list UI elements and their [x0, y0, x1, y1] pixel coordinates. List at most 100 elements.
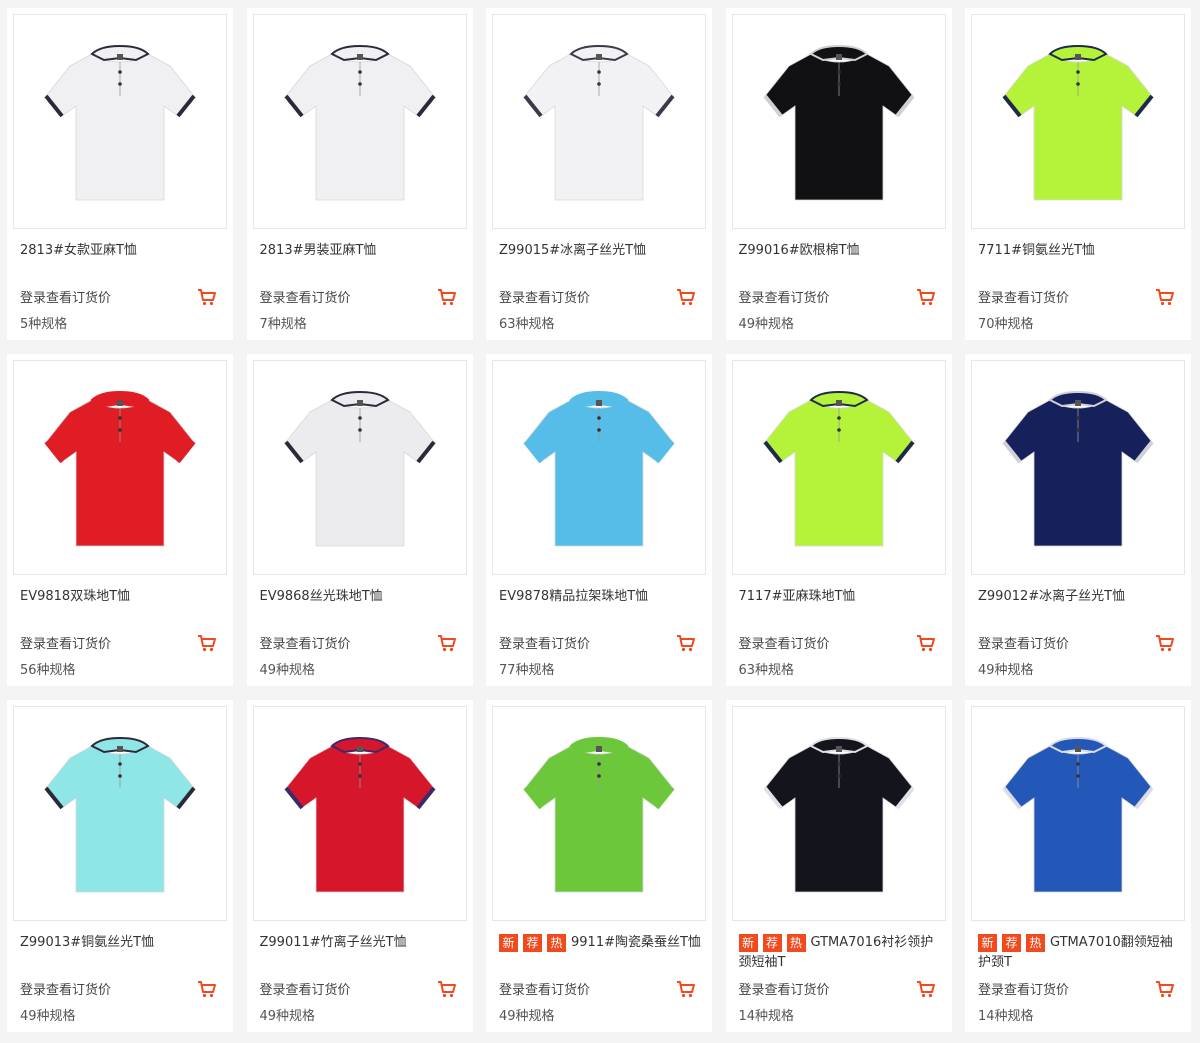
cart-icon[interactable] — [916, 634, 936, 652]
product-card[interactable]: 新荐热 9911#陶瓷桑蚕丝T恤 登录查看订货价 49种规格 — [486, 700, 712, 1032]
login-to-view-price-link[interactable]: 登录查看订货价 — [978, 633, 1069, 652]
cart-icon[interactable] — [197, 980, 217, 998]
cart-icon[interactable] — [916, 980, 936, 998]
product-title[interactable]: Z99016#欧根棉T恤 — [739, 241, 942, 261]
product-title-text[interactable]: EV9868丝光珠地T恤 — [260, 589, 383, 604]
polo-shirt-image — [44, 390, 196, 546]
product-card[interactable]: Z99013#铜氨丝光T恤 登录查看订货价 49种规格 — [7, 700, 233, 1032]
cart-icon[interactable] — [437, 980, 457, 998]
polo-shirt-image — [523, 736, 675, 892]
cart-icon[interactable] — [1155, 634, 1175, 652]
product-image[interactable] — [252, 360, 467, 575]
polo-shirt-image — [283, 736, 436, 892]
login-to-view-price-link[interactable]: 登录查看订货价 — [499, 979, 590, 998]
product-title[interactable]: 新荐热 9911#陶瓷桑蚕丝T恤 — [499, 933, 702, 953]
login-to-view-price-link[interactable]: 登录查看订货价 — [978, 979, 1069, 998]
product-image[interactable] — [971, 360, 1185, 575]
cart-icon[interactable] — [1155, 980, 1175, 998]
product-card[interactable]: 新荐热 GTMA7016衬衫领护颈短袖T 登录查看订货价 14种规格 — [725, 700, 952, 1032]
product-title[interactable]: 新荐热 GTMA7010翻领短袖护颈T — [978, 933, 1181, 973]
login-to-view-price-link[interactable]: 登录查看订货价 — [260, 287, 351, 306]
cart-icon[interactable] — [676, 288, 696, 306]
login-to-view-price-link[interactable]: 登录查看订货价 — [739, 633, 830, 652]
spec-count: 49种规格 — [259, 1009, 316, 1024]
product-image[interactable] — [492, 360, 706, 575]
login-to-view-price-link[interactable]: 登录查看订货价 — [260, 633, 351, 652]
product-badge: 热 — [1026, 934, 1045, 952]
cart-icon[interactable] — [197, 634, 217, 652]
product-title[interactable]: Z99011#竹离子丝光T恤 — [260, 933, 463, 953]
product-title[interactable]: Z99012#冰离子丝光T恤 — [978, 587, 1181, 607]
product-card[interactable]: Z99012#冰离子丝光T恤 登录查看订货价 49种规格 — [965, 354, 1191, 686]
product-title[interactable]: 2813#女款亚麻T恤 — [20, 241, 223, 261]
product-card[interactable]: Z99015#冰离子丝光T恤 登录查看订货价 63种规格 — [486, 8, 712, 340]
product-title[interactable]: 7711#铜氨丝光T恤 — [978, 241, 1181, 261]
product-title[interactable]: 7117#亚麻珠地T恤 — [739, 587, 942, 607]
product-title-text[interactable]: 7117#亚麻珠地T恤 — [739, 589, 856, 604]
product-title[interactable]: 2813#男装亚麻T恤 — [260, 241, 463, 261]
cart-icon[interactable] — [916, 288, 936, 306]
product-image[interactable] — [492, 14, 706, 229]
product-card[interactable]: EV9868丝光珠地T恤 登录查看订货价 49种规格 — [246, 354, 473, 686]
product-card[interactable]: 7711#铜氨丝光T恤 登录查看订货价 70种规格 — [965, 8, 1191, 340]
product-card[interactable]: EV9878精品拉架珠地T恤 登录查看订货价 77种规格 — [486, 354, 712, 686]
product-card[interactable]: Z99016#欧根棉T恤 登录查看订货价 49种规格 — [725, 8, 952, 340]
product-title[interactable]: Z99013#铜氨丝光T恤 — [20, 933, 223, 953]
product-image[interactable] — [492, 706, 706, 921]
product-title-text[interactable]: 7711#铜氨丝光T恤 — [978, 243, 1095, 258]
polo-shirt-image — [44, 44, 196, 200]
cart-icon[interactable] — [676, 634, 696, 652]
login-to-view-price-link[interactable]: 登录查看订货价 — [739, 979, 830, 998]
product-image[interactable] — [13, 14, 227, 229]
product-title-text[interactable]: Z99016#欧根棉T恤 — [739, 243, 860, 258]
product-image[interactable] — [971, 706, 1185, 921]
product-badge: 新 — [499, 934, 518, 952]
spec-count: 49种规格 — [20, 1009, 76, 1024]
cart-icon[interactable] — [437, 634, 457, 652]
product-title[interactable]: EV9868丝光珠地T恤 — [260, 587, 463, 607]
login-to-view-price-link[interactable]: 登录查看订货价 — [499, 287, 590, 306]
product-title-text[interactable]: EV9818双珠地T恤 — [20, 589, 130, 604]
login-to-view-price-link[interactable]: 登录查看订货价 — [20, 287, 111, 306]
product-title[interactable]: Z99015#冰离子丝光T恤 — [499, 241, 702, 261]
product-image[interactable] — [971, 14, 1185, 229]
product-card[interactable]: 新荐热 GTMA7010翻领短袖护颈T 登录查看订货价 14种规格 — [965, 700, 1191, 1032]
product-card[interactable]: Z99011#竹离子丝光T恤 登录查看订货价 49种规格 — [246, 700, 473, 1032]
login-to-view-price-link[interactable]: 登录查看订货价 — [20, 979, 111, 998]
product-title-text[interactable]: Z99012#冰离子丝光T恤 — [978, 589, 1125, 604]
login-to-view-price-link[interactable]: 登录查看订货价 — [499, 633, 590, 652]
cart-icon[interactable] — [676, 980, 696, 998]
product-image[interactable] — [252, 14, 467, 229]
product-card[interactable]: EV9818双珠地T恤 登录查看订货价 56种规格 — [7, 354, 233, 686]
login-to-view-price-link[interactable]: 登录查看订货价 — [20, 633, 111, 652]
product-title-text[interactable]: Z99011#竹离子丝光T恤 — [260, 935, 407, 950]
product-title-text[interactable]: 2813#男装亚麻T恤 — [260, 243, 377, 258]
login-to-view-price-link[interactable]: 登录查看订货价 — [739, 287, 830, 306]
spec-count: 14种规格 — [738, 1009, 795, 1024]
product-card[interactable]: 2813#女款亚麻T恤 登录查看订货价 5种规格 — [7, 8, 233, 340]
product-title[interactable]: EV9818双珠地T恤 — [20, 587, 223, 607]
product-title[interactable]: EV9878精品拉架珠地T恤 — [499, 587, 702, 607]
product-image[interactable] — [731, 706, 946, 921]
polo-shirt-image — [1002, 736, 1154, 892]
login-to-view-price-link[interactable]: 登录查看订货价 — [260, 979, 351, 998]
product-image[interactable] — [731, 14, 946, 229]
product-title-text[interactable]: 9911#陶瓷桑蚕丝T恤 — [571, 935, 701, 950]
login-to-view-price-link[interactable]: 登录查看订货价 — [978, 287, 1069, 306]
product-title-text[interactable]: EV9878精品拉架珠地T恤 — [499, 589, 648, 604]
product-image[interactable] — [731, 360, 946, 575]
product-card[interactable]: 7117#亚麻珠地T恤 登录查看订货价 63种规格 — [725, 354, 952, 686]
product-badge: 新 — [738, 934, 758, 952]
product-card[interactable]: 2813#男装亚麻T恤 登录查看订货价 7种规格 — [246, 8, 473, 340]
product-image[interactable] — [13, 360, 227, 575]
cart-icon[interactable] — [1155, 288, 1175, 306]
product-title-text[interactable]: Z99015#冰离子丝光T恤 — [499, 243, 646, 258]
cart-icon[interactable] — [437, 288, 457, 306]
product-grid: 2813#女款亚麻T恤 登录查看订货价 5种规格 2813#男装亚麻T恤 登录查… — [0, 0, 1200, 1032]
cart-icon[interactable] — [197, 288, 217, 306]
product-image[interactable] — [13, 706, 227, 921]
product-title-text[interactable]: 2813#女款亚麻T恤 — [20, 243, 137, 258]
product-title[interactable]: 新荐热 GTMA7016衬衫领护颈短袖T — [738, 933, 942, 973]
product-image[interactable] — [252, 706, 467, 921]
product-title-text[interactable]: Z99013#铜氨丝光T恤 — [20, 935, 154, 950]
